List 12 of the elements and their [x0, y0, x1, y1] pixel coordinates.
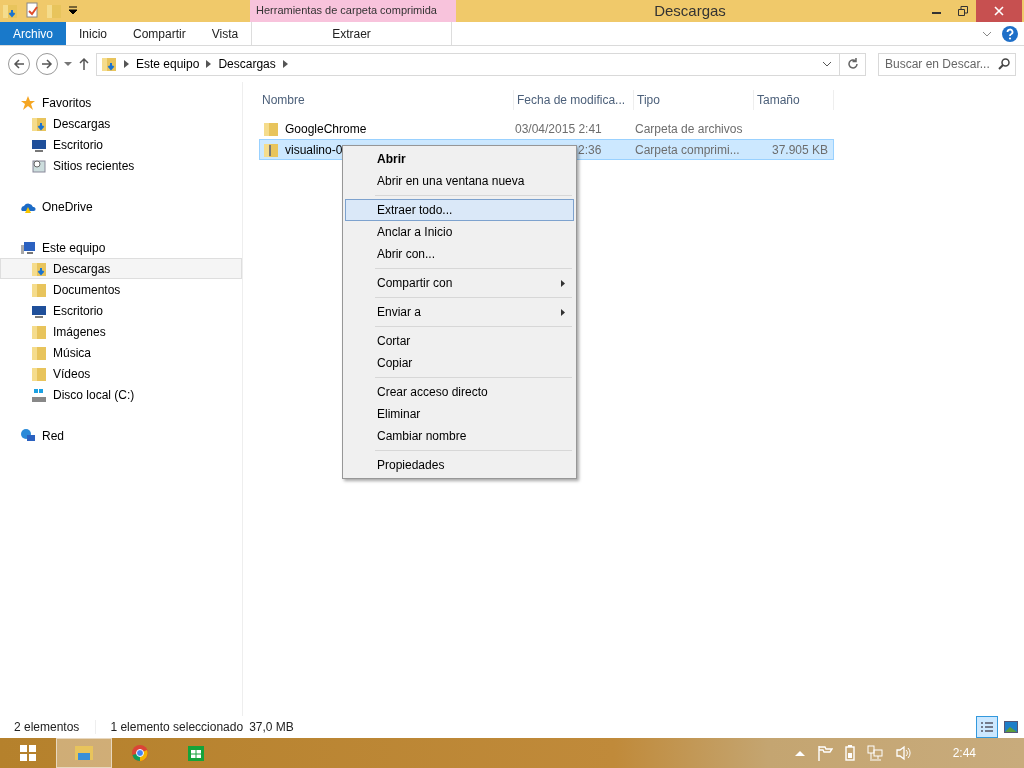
cell-text: Carpeta de archivos	[635, 121, 743, 136]
selection-info: 1 elemento seleccionado	[110, 720, 244, 734]
cell-text: 2:36	[578, 142, 602, 157]
cell-text: 37.905 KB	[771, 142, 828, 157]
window-title: Descargas	[653, 1, 727, 21]
cell-text: Carpeta comprimi...	[635, 142, 740, 157]
cell-text: 03/04/2015 2:41	[515, 121, 602, 136]
cell-text: GoogleChrome	[285, 121, 367, 136]
item-count: 2 elementos	[14, 720, 97, 734]
selection-size: 37,0 MB	[249, 720, 294, 734]
contextual-tab-header: Herramientas de carpeta comprimida	[250, 0, 456, 22]
cell-text: visualino-0	[285, 142, 343, 157]
